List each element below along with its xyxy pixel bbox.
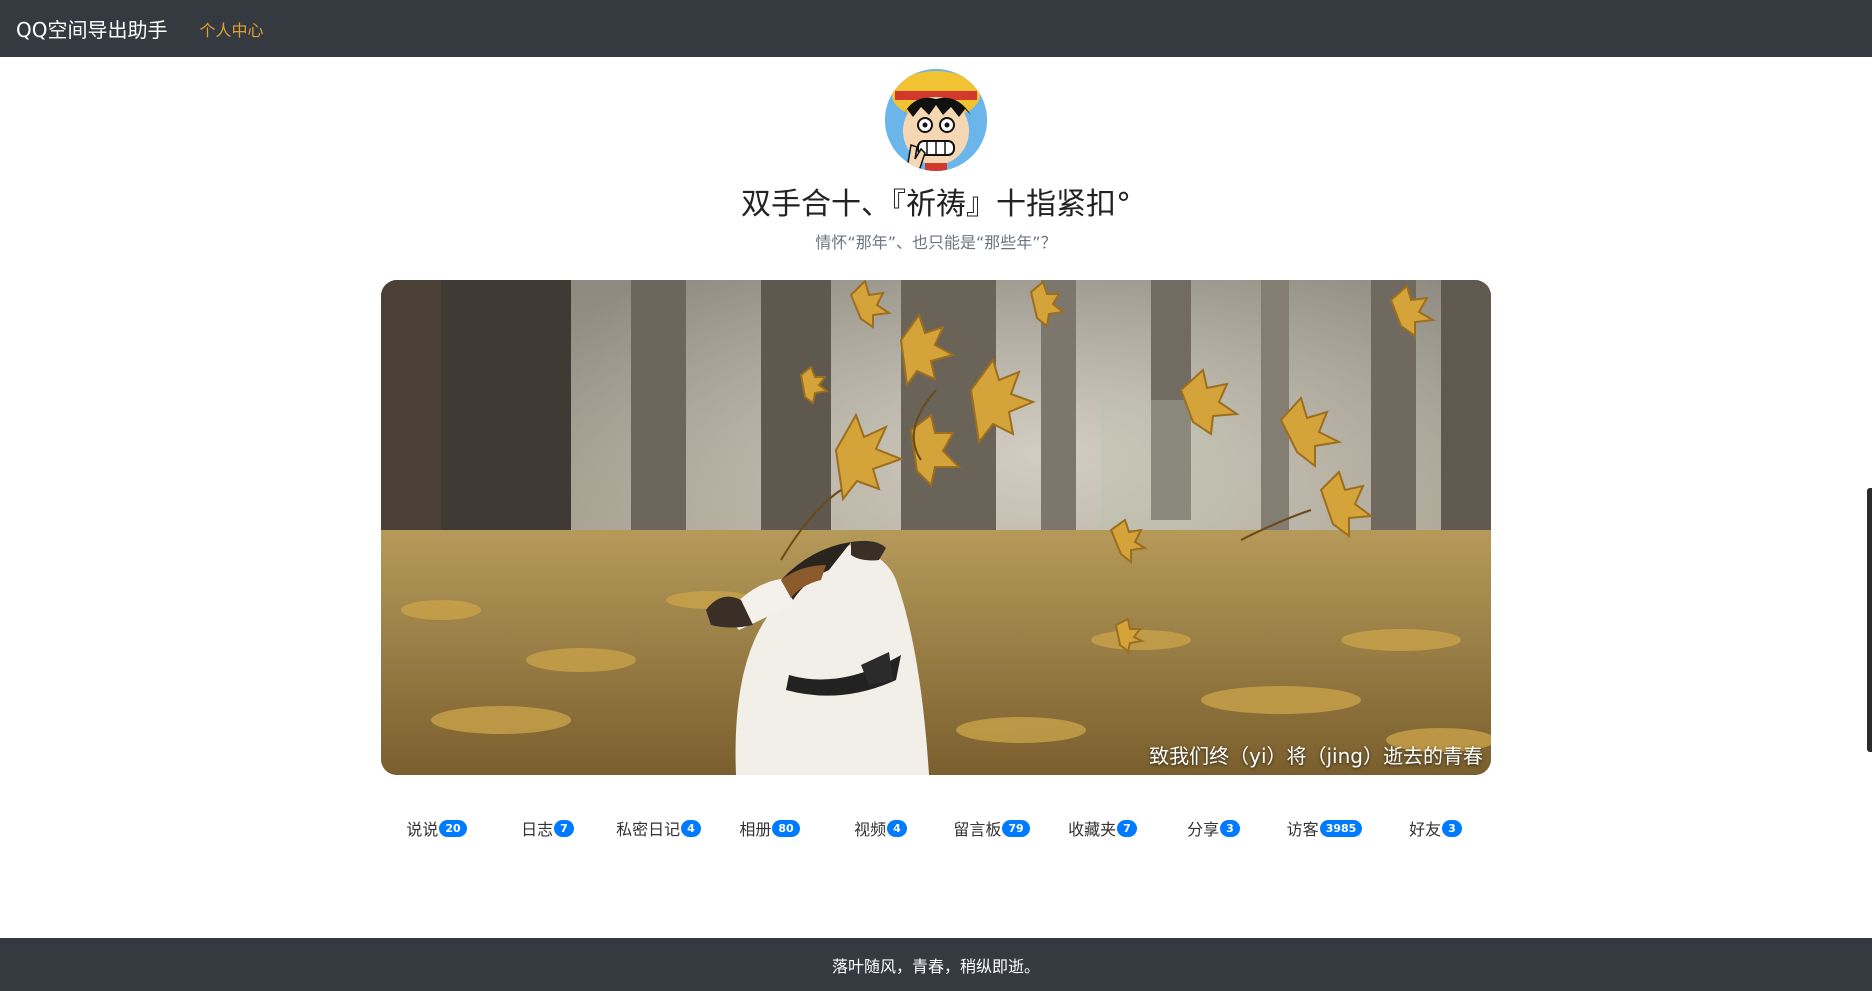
menu-item-label: 访客: [1286, 820, 1319, 839]
menu-item-label: 相册: [739, 820, 772, 839]
count-badge: 3985: [1319, 819, 1363, 837]
profile-header: 双手合十、『祈祷』十指紧扣° 情怀“那年”、也只能是“那些年”？: [0, 69, 1872, 253]
menu-item-shares[interactable]: 分享 3: [1158, 816, 1269, 840]
count-badge: 7: [554, 819, 574, 837]
menu-item-videos[interactable]: 视频 4: [825, 816, 936, 840]
avatar: [885, 69, 987, 171]
menu-item-label: 留言板: [953, 820, 1002, 839]
content-menu: 说说 20 日志 7 私密日记 4 相册 80 视频 4 留言板 79 收藏夹 7 分享 3 访…: [381, 816, 1491, 840]
menu-item-label: 好友: [1409, 820, 1442, 839]
menu-item-albums[interactable]: 相册 80: [714, 816, 825, 840]
count-badge: 3: [1220, 819, 1240, 837]
footer-text: 落叶随风，青春，稍纵即逝。: [831, 956, 1040, 976]
menu-item-label: 视频: [854, 820, 887, 839]
app-brand[interactable]: QQ空间导出助手: [16, 14, 167, 43]
page-footer: 落叶随风，青春，稍纵即逝。: [0, 938, 1872, 991]
profile-name: 双手合十、『祈祷』十指紧扣°: [741, 187, 1131, 222]
count-badge: 4: [681, 819, 701, 837]
menu-item-blog[interactable]: 日志 7: [492, 816, 603, 840]
cover-image: [381, 280, 1491, 775]
cover-caption: 致我们终（yi）将（jing）逝去的青春: [1149, 744, 1483, 768]
count-badge: 3: [1442, 819, 1462, 837]
avatar-cartoon-icon: [885, 69, 987, 171]
menu-item-visitors[interactable]: 访客 3985: [1269, 816, 1380, 840]
count-badge: 20: [439, 819, 467, 837]
menu-item-message-board[interactable]: 留言板 79: [936, 816, 1047, 840]
cover-photo: 致我们终（yi）将（jing）逝去的青春: [381, 280, 1491, 775]
count-badge: 80: [772, 819, 800, 837]
menu-item-label: 日志: [521, 820, 554, 839]
menu-item-private-diary[interactable]: 私密日记 4: [603, 816, 714, 840]
count-badge: 7: [1117, 819, 1137, 837]
count-badge: 4: [887, 819, 907, 837]
menu-item-label: 私密日记: [616, 820, 681, 839]
menu-item-favorites[interactable]: 收藏夹 7: [1047, 816, 1158, 840]
menu-item-label: 收藏夹: [1068, 820, 1117, 839]
count-badge: 79: [1002, 819, 1030, 837]
menu-item-friends[interactable]: 好友 3: [1380, 816, 1491, 840]
menu-item-label: 说说: [406, 820, 439, 839]
top-navbar: QQ空间导出助手 个人中心: [0, 0, 1872, 57]
side-drawer-handle[interactable]: [1867, 488, 1872, 752]
menu-item-label: 分享: [1187, 820, 1220, 839]
nav-link-personal-center[interactable]: 个人中心: [199, 17, 263, 41]
menu-item-shuoshuo[interactable]: 说说 20: [381, 816, 492, 840]
profile-signature: 情怀“那年”、也只能是“那些年”？: [815, 233, 1057, 252]
